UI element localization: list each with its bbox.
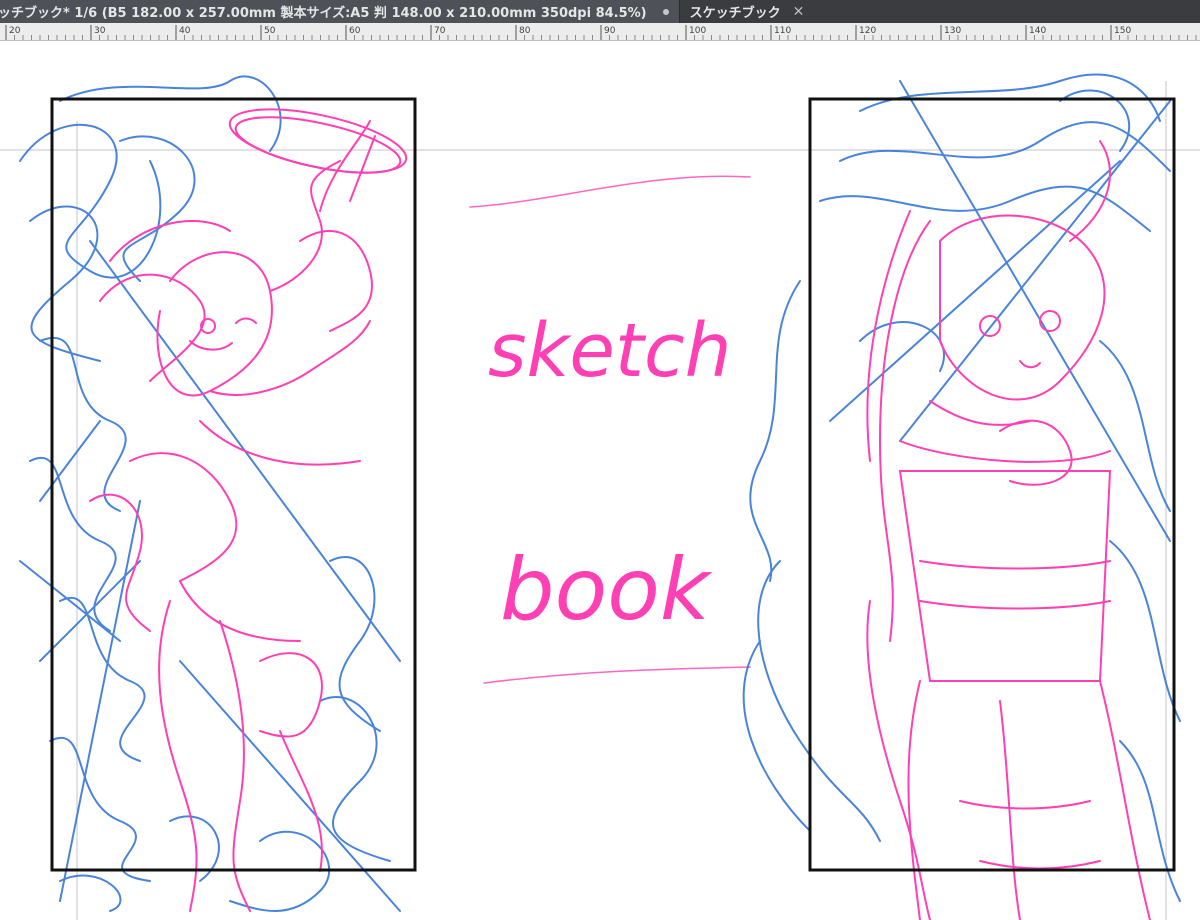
ruler-tick-label: 130: [944, 26, 961, 36]
guide-lines: [0, 81, 1200, 920]
ruler-tick-label: 20: [9, 26, 21, 36]
right-pink-figure: [866, 140, 1151, 920]
ruler-tick-label: 100: [689, 26, 706, 36]
ruler-tick-label: 80: [519, 26, 531, 36]
tab-label: ッチブック* 1/6 (B5 182.00 x 257.00mm 製本サイズ:A…: [0, 6, 647, 21]
drawing-canvas[interactable]: sketch book: [0, 41, 1200, 920]
ruler-ticks: 20 30 40 50 60 70 80 90 100 110 120 130 140 150: [5, 25, 1197, 40]
horizontal-ruler: 20 30 40 50 60 70 80 90 100 110 120 130 140 150: [0, 23, 1200, 41]
ruler-tick-label: 40: [179, 26, 191, 36]
unsaved-indicator-icon: [662, 8, 669, 15]
ruler-tick-label: 60: [349, 26, 361, 36]
ruler-tick-label: 150: [1114, 26, 1131, 36]
title-line-1: sketch: [488, 308, 732, 394]
handwritten-title: sketch book: [488, 308, 732, 640]
tab-label: スケッチブック: [689, 6, 781, 21]
ruler-tick-label: 120: [859, 26, 876, 36]
left-pink-figure: [89, 108, 408, 912]
tab-sketchbook[interactable]: スケッチブック ✕: [679, 0, 815, 23]
ruler-tick-label: 110: [774, 26, 791, 36]
ruler-tick-label: 90: [604, 26, 616, 36]
ruler-tick-label: 30: [94, 26, 106, 36]
close-icon[interactable]: ✕: [793, 4, 805, 20]
artwork: sketch book: [0, 73, 1200, 920]
title-line-2: book: [500, 540, 713, 640]
ruler-tick-label: 50: [264, 26, 276, 36]
right-panel-frame: [808, 97, 1176, 872]
document-tab-bar: ッチブック* 1/6 (B5 182.00 x 257.00mm 製本サイズ:A…: [0, 0, 1200, 24]
ruler-tick-label: 70: [434, 26, 446, 36]
tab-sketchbook-page1[interactable]: ッチブック* 1/6 (B5 182.00 x 257.00mm 製本サイズ:A…: [0, 0, 679, 23]
ruler-tick-label: 140: [1029, 26, 1046, 36]
